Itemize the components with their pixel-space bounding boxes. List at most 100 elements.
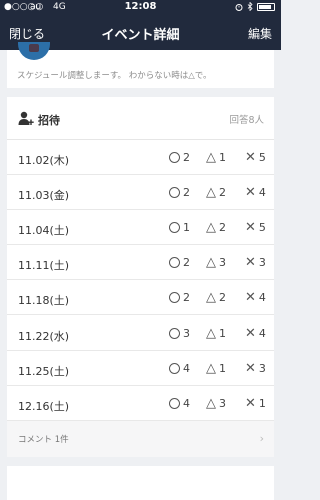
yes-count-value: 2 <box>183 186 190 200</box>
maybe-count: △ 1 <box>206 327 226 340</box>
yes-count: 2 <box>169 256 190 269</box>
cross-icon: ✕ <box>245 290 256 306</box>
yes-count-value: 2 <box>183 256 190 270</box>
triangle-icon: △ <box>206 150 216 165</box>
status-right-icons <box>235 2 275 11</box>
date-label: 11.22(水) <box>18 329 70 343</box>
maybe-count-value: 2 <box>219 221 226 235</box>
cross-icon: ✕ <box>245 255 256 271</box>
yes-count-value: 3 <box>183 326 190 340</box>
yes-count-value: 2 <box>183 151 190 164</box>
triangle-icon: △ <box>206 185 216 201</box>
bluetooth-icon <box>247 2 253 11</box>
page-title: イベント詳細 <box>101 28 180 43</box>
date-row[interactable]: 11.22(水) 3 △ 1 ✕ 4 <box>7 316 274 351</box>
comment-row[interactable]: コメント 1件 › <box>7 421 274 457</box>
maybe-count: △ 2 <box>206 186 226 199</box>
maybe-count: △ 1 <box>206 362 226 375</box>
yes-count-value: 4 <box>183 361 190 375</box>
yes-count: 3 <box>169 327 190 340</box>
cross-icon: ✕ <box>245 150 256 165</box>
cross-icon: ✕ <box>245 325 256 341</box>
date-label: 11.11(土) <box>18 259 70 273</box>
date-label: 11.03(金) <box>18 189 70 203</box>
no-count: ✕ 3 <box>245 256 266 269</box>
maybe-count-value: 3 <box>219 256 226 270</box>
date-row[interactable]: 11.25(土) 4 △ 1 ✕ 3 <box>7 351 274 386</box>
maybe-count-value: 1 <box>219 326 226 340</box>
date-row[interactable]: 11.11(土) 2 △ 3 ✕ 3 <box>7 245 274 281</box>
circle-icon <box>169 257 180 269</box>
avatar-image <box>29 44 39 52</box>
cross-icon: ✕ <box>245 395 256 411</box>
cross-icon: ✕ <box>245 220 256 236</box>
chevron-right-icon: › <box>259 432 264 445</box>
date-label: 11.25(土) <box>18 364 70 378</box>
circle-icon <box>169 222 180 234</box>
event-description: スケジュール調整しまーす。 わからない時は△で。 <box>17 71 212 81</box>
date-label: 12.16(土) <box>18 399 70 413</box>
cross-icon: ✕ <box>245 185 256 201</box>
date-row[interactable]: 11.04(土) 1 △ 2 ✕ 5 <box>7 210 274 246</box>
next-card <box>7 466 274 500</box>
date-row[interactable]: 11.02(木) 2 △ 1 ✕ 5 <box>7 140 274 176</box>
no-count-value: 4 <box>258 291 266 305</box>
no-count: ✕ 4 <box>245 327 266 340</box>
maybe-count-value: 2 <box>219 291 226 305</box>
edit-button[interactable]: 編集 <box>248 25 272 42</box>
no-count: ✕ 5 <box>245 221 266 234</box>
date-label: 11.18(土) <box>18 294 70 308</box>
date-label: 11.02(木) <box>18 154 70 167</box>
triangle-icon: △ <box>206 325 216 341</box>
maybe-count-value: 2 <box>219 186 226 200</box>
yes-count: 4 <box>169 397 190 410</box>
no-count-value: 3 <box>258 256 266 270</box>
triangle-icon: △ <box>206 360 216 376</box>
yes-count: 4 <box>169 362 190 375</box>
triangle-icon: △ <box>206 220 216 236</box>
no-count-value: 5 <box>258 221 266 235</box>
yes-count-value: 2 <box>183 291 190 305</box>
no-count: ✕ 1 <box>245 397 266 410</box>
no-count-value: 4 <box>258 326 266 340</box>
no-count-value: 1 <box>258 396 266 410</box>
invite-title: 招待 <box>38 114 60 127</box>
yes-count-value: 4 <box>183 396 190 410</box>
maybe-count: △ 2 <box>206 221 226 234</box>
triangle-icon: △ <box>206 395 216 411</box>
maybe-count-value: 3 <box>219 396 226 410</box>
yes-count: 2 <box>169 186 190 199</box>
circle-icon <box>169 362 180 374</box>
event-description-card: スケジュール調整しまーす。 わからない時は△で。 <box>7 42 274 88</box>
circle-icon <box>169 397 180 409</box>
no-count-value: 3 <box>258 361 266 375</box>
circle-icon <box>169 152 180 163</box>
yes-count-value: 1 <box>183 221 190 235</box>
date-row[interactable]: 11.03(金) 2 △ 2 ✕ 4 <box>7 175 274 211</box>
answer-count: 回答8人 <box>229 115 264 126</box>
status-bar: ●○○○○ au 4G 12:08 <box>0 0 281 14</box>
yes-count: 2 <box>169 151 190 164</box>
maybe-count: △ 3 <box>206 397 226 410</box>
date-row[interactable]: 11.18(土) 2 △ 2 ✕ 4 <box>7 280 274 316</box>
maybe-count: △ 2 <box>206 291 226 304</box>
circle-icon <box>169 327 180 339</box>
alarm-icon <box>235 3 243 11</box>
yes-count: 2 <box>169 291 190 304</box>
no-count: ✕ 5 <box>245 151 266 164</box>
circle-icon <box>169 292 180 304</box>
avatar[interactable] <box>18 42 50 60</box>
date-row[interactable]: 12.16(土) 4 △ 3 ✕ 1 <box>7 386 274 421</box>
circle-icon <box>169 187 180 199</box>
cross-icon: ✕ <box>245 360 256 376</box>
no-count: ✕ 3 <box>245 362 266 375</box>
maybe-count-value: 1 <box>219 361 226 375</box>
triangle-icon: △ <box>206 255 216 271</box>
no-count-value: 4 <box>258 186 266 200</box>
battery-icon <box>257 2 275 11</box>
no-count: ✕ 4 <box>245 291 266 304</box>
triangle-icon: △ <box>206 290 216 306</box>
comment-count: コメント 1件 <box>18 435 69 445</box>
maybe-count: △ 3 <box>206 256 226 269</box>
maybe-count-value: 1 <box>219 151 226 164</box>
